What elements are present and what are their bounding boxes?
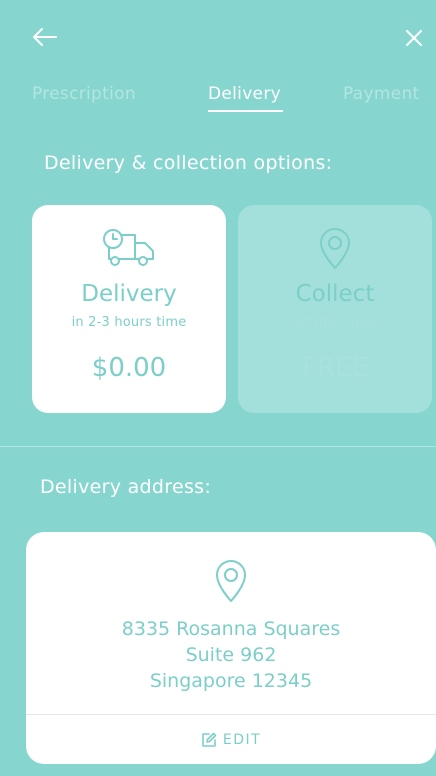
delivery-option-card[interactable]: Delivery in 2-3 hours time $0.00: [32, 205, 226, 413]
section-divider: [0, 446, 436, 447]
arrow-left-icon[interactable]: [32, 27, 58, 47]
collect-option-card[interactable]: Collect at the clinic FREE: [238, 205, 432, 413]
tab-prescription[interactable]: Prescription: [32, 84, 136, 104]
close-icon[interactable]: [406, 30, 422, 46]
address-line-3: Singapore 12345: [149, 670, 313, 692]
options-heading: Delivery & collection options:: [44, 152, 333, 174]
location-pin-icon: [216, 560, 246, 602]
active-tab-indicator: [208, 110, 283, 112]
address-text: 8335 Rosanna Squares Suite 962 Singapore…: [26, 616, 436, 694]
location-pin-icon: [320, 228, 350, 269]
collect-option-title: Collect: [295, 281, 375, 307]
edit-address-label: EDIT: [222, 732, 262, 748]
address-divider: [26, 714, 436, 715]
address-line-2: Suite 962: [185, 644, 277, 666]
address-card: 8335 Rosanna Squares Suite 962 Singapore…: [26, 532, 436, 764]
step-tabs: Prescription Delivery Payment: [0, 80, 436, 112]
collect-option-subtitle: at the clinic: [295, 315, 375, 330]
top-bar: [0, 0, 436, 80]
delivery-option-price: $0.00: [91, 353, 167, 383]
tab-delivery[interactable]: Delivery: [208, 84, 281, 104]
address-heading: Delivery address:: [40, 476, 212, 498]
delivery-truck-icon: [103, 229, 154, 266]
edit-address-button[interactable]: EDIT: [26, 716, 436, 764]
edit-icon: [202, 732, 217, 747]
address-line-1: 8335 Rosanna Squares: [121, 618, 341, 640]
collect-option-price: FREE: [302, 353, 368, 383]
tab-payment[interactable]: Payment: [343, 84, 420, 104]
delivery-option-subtitle: in 2-3 hours time: [71, 315, 187, 330]
delivery-option-title: Delivery: [81, 281, 177, 307]
